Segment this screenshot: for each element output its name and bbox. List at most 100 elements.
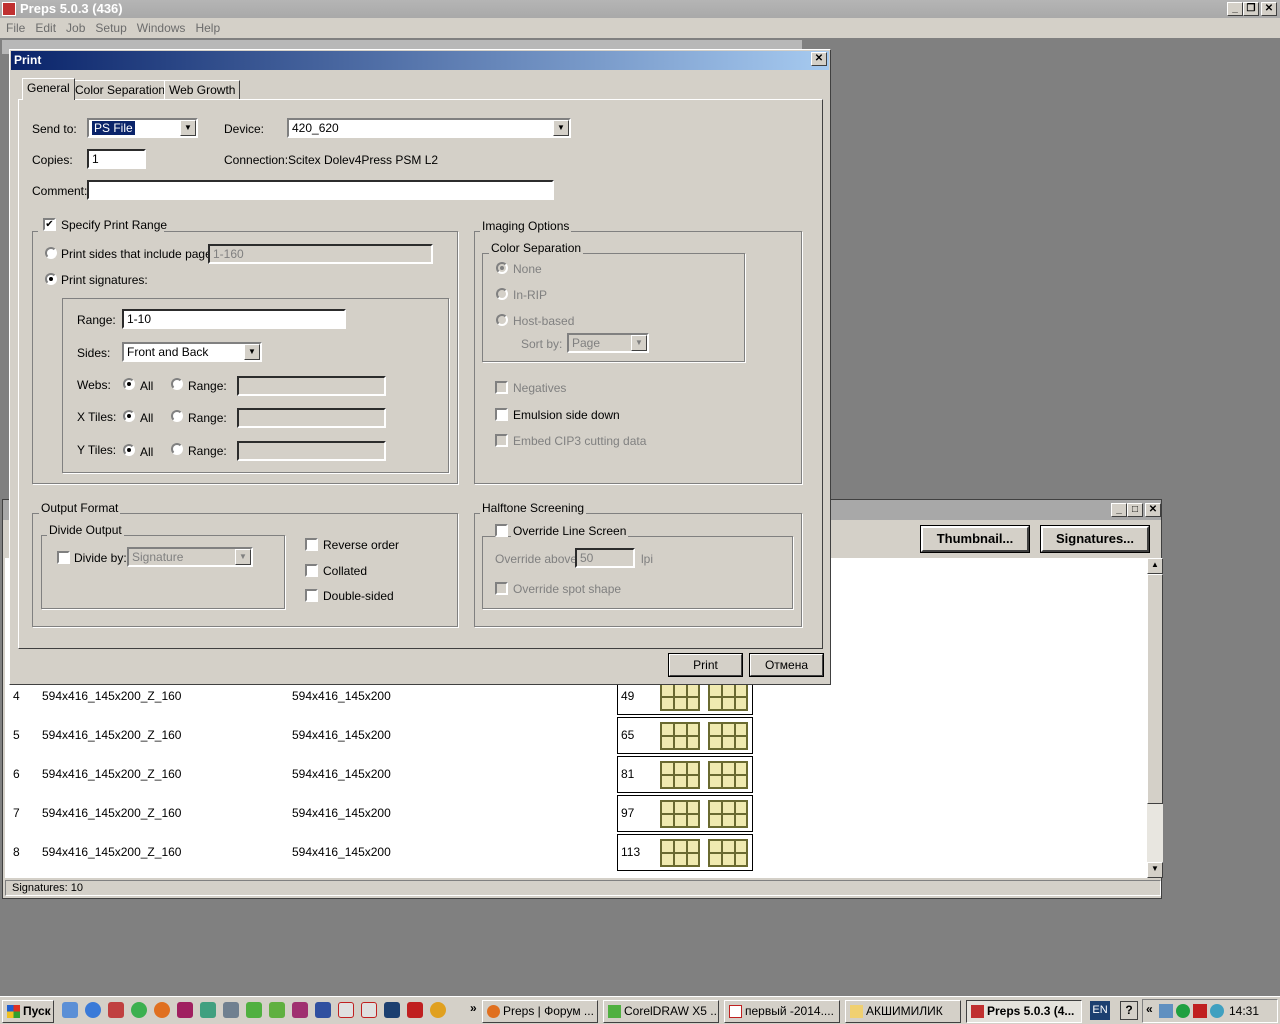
- reverse-order-checkbox[interactable]: [305, 538, 318, 551]
- child-maximize-icon[interactable]: □: [1127, 503, 1143, 517]
- language-indicator[interactable]: EN: [1090, 1001, 1110, 1020]
- sync-icon[interactable]: [1210, 1004, 1224, 1018]
- tab-color-separations[interactable]: Color Separations: [70, 80, 177, 100]
- chevron-down-icon[interactable]: ▼: [553, 120, 569, 136]
- ie-icon[interactable]: [85, 1002, 101, 1018]
- scroll-thumb[interactable]: [1147, 574, 1163, 804]
- override-spot-checkbox[interactable]: [495, 582, 508, 595]
- ytiles-range-radio[interactable]: [171, 443, 183, 455]
- tab-general[interactable]: General: [22, 78, 75, 100]
- chevron-right-icon[interactable]: »: [470, 1001, 477, 1015]
- firefox-icon[interactable]: [154, 1002, 170, 1018]
- quicklaunch-icon[interactable]: [62, 1002, 78, 1018]
- row-template: 594x416_145x200: [292, 689, 391, 703]
- menu-edit[interactable]: Edit: [35, 21, 56, 35]
- taskbar-item-coreldraw[interactable]: CorelDRAW X5 ...: [603, 1000, 719, 1023]
- app-icon-orange[interactable]: [430, 1002, 446, 1018]
- collated-checkbox[interactable]: [305, 564, 318, 577]
- print-button[interactable]: Print: [668, 653, 743, 677]
- scroll-down-icon[interactable]: ▼: [1147, 862, 1163, 878]
- webs-range-radio[interactable]: [171, 378, 183, 390]
- menu-file[interactable]: File: [6, 21, 25, 35]
- emulsion-checkbox[interactable]: [495, 408, 508, 421]
- taskbar-item-pdf[interactable]: первый -2014....: [724, 1000, 840, 1023]
- inrip-radio[interactable]: [496, 288, 508, 300]
- chevron-down-icon[interactable]: ▼: [631, 335, 647, 351]
- close-icon[interactable]: ✕: [1261, 2, 1277, 16]
- minimize-icon[interactable]: _: [1227, 2, 1243, 16]
- pdf-icon[interactable]: [338, 1002, 354, 1018]
- webs-all-radio[interactable]: [123, 378, 135, 390]
- hostbased-radio[interactable]: [496, 314, 508, 326]
- xtiles-range-field[interactable]: [237, 408, 386, 428]
- app-icon-green[interactable]: [131, 1002, 147, 1018]
- antivirus-icon[interactable]: [1176, 1004, 1190, 1018]
- scroll-up-icon[interactable]: ▲: [1147, 558, 1163, 574]
- override-ls-checkbox[interactable]: [495, 524, 508, 537]
- embed-cip3-checkbox[interactable]: [495, 434, 508, 447]
- table-row[interactable]: 7 594x416_145x200_Z_160 594x416_145x200 97: [5, 795, 765, 834]
- indesign-icon[interactable]: [177, 1002, 193, 1018]
- menu-job[interactable]: Job: [66, 21, 85, 35]
- alert-icon[interactable]: [1193, 1004, 1207, 1018]
- copies-field[interactable]: 1: [87, 149, 146, 169]
- chevron-down-icon[interactable]: ▼: [235, 549, 251, 565]
- webs-range-field[interactable]: [237, 376, 386, 396]
- divide-by-select[interactable]: Signature ▼: [127, 547, 253, 567]
- app-icon-purple[interactable]: [292, 1002, 308, 1018]
- menu-help[interactable]: Help: [195, 21, 220, 35]
- override-above-field[interactable]: 50: [575, 548, 635, 568]
- row-name: 594x416_145x200_Z_160: [42, 806, 182, 820]
- print-sides-field[interactable]: 1-160: [208, 244, 433, 264]
- app-icon-teal[interactable]: [200, 1002, 216, 1018]
- sortby-select[interactable]: Page ▼: [567, 333, 649, 353]
- negatives-checkbox[interactable]: [495, 381, 508, 394]
- taskbar-item-preps-forum[interactable]: Preps | Форум ...: [482, 1000, 598, 1023]
- menu-windows[interactable]: Windows: [137, 21, 186, 35]
- word-icon[interactable]: [315, 1002, 331, 1018]
- double-sided-checkbox[interactable]: [305, 589, 318, 602]
- chevron-down-icon[interactable]: ▼: [180, 120, 196, 136]
- table-row[interactable]: 5 594x416_145x200_Z_160 594x416_145x200 65: [5, 717, 765, 756]
- table-row[interactable]: 8 594x416_145x200_Z_160 594x416_145x200 113: [5, 834, 765, 873]
- photoshop-icon[interactable]: [384, 1002, 400, 1018]
- restore-icon[interactable]: ❐: [1243, 2, 1259, 16]
- comment-field[interactable]: [87, 180, 554, 200]
- print-signatures-radio[interactable]: [45, 273, 57, 285]
- app-icon-grey[interactable]: [223, 1002, 239, 1018]
- chevron-down-icon[interactable]: ▼: [244, 344, 260, 360]
- sides-select[interactable]: Front and Back ▼: [122, 342, 262, 362]
- help-icon[interactable]: ?: [1120, 1001, 1138, 1020]
- app-icon-lime[interactable]: [269, 1002, 285, 1018]
- thumbnail-button[interactable]: Thumbnail...: [920, 525, 1030, 553]
- network-icon[interactable]: [1159, 1004, 1173, 1018]
- divide-by-checkbox[interactable]: [57, 551, 70, 564]
- start-button[interactable]: Пуск: [2, 1000, 54, 1023]
- send-to-select[interactable]: PS File ▼: [87, 118, 198, 138]
- taskbar-item-preps[interactable]: Preps 5.0.3 (4...: [966, 1000, 1082, 1023]
- signatures-button[interactable]: Signatures...: [1040, 525, 1150, 553]
- xtiles-range-radio[interactable]: [171, 410, 183, 422]
- tab-web-growth[interactable]: Web Growth: [164, 80, 241, 100]
- menu-setup[interactable]: Setup: [95, 21, 126, 35]
- acrobat-icon[interactable]: [407, 1002, 423, 1018]
- tray-expand-icon[interactable]: «: [1146, 1002, 1153, 1016]
- xtiles-all-radio[interactable]: [123, 410, 135, 422]
- table-row[interactable]: 6 594x416_145x200_Z_160 594x416_145x200 81: [5, 756, 765, 795]
- child-minimize-icon[interactable]: _: [1111, 503, 1127, 517]
- specify-range-checkbox[interactable]: ✔: [43, 218, 56, 231]
- pdf-icon-2[interactable]: [361, 1002, 377, 1018]
- vertical-scrollbar[interactable]: ▲ ▼: [1147, 558, 1163, 878]
- device-select[interactable]: 420_620 ▼: [287, 118, 571, 138]
- ytiles-all-radio[interactable]: [123, 444, 135, 456]
- print-sides-radio[interactable]: [45, 247, 57, 259]
- app-icon-red[interactable]: [108, 1002, 124, 1018]
- none-radio[interactable]: [496, 262, 508, 274]
- corel-icon[interactable]: [246, 1002, 262, 1018]
- child-close-icon[interactable]: ✕: [1145, 503, 1161, 517]
- dialog-close-icon[interactable]: ✕: [811, 52, 827, 66]
- ytiles-range-field[interactable]: [237, 441, 386, 461]
- cancel-button[interactable]: Отмена: [749, 653, 824, 677]
- range-field[interactable]: 1-10: [122, 309, 346, 329]
- taskbar-item-folder[interactable]: АКШИМИЛИК: [845, 1000, 961, 1023]
